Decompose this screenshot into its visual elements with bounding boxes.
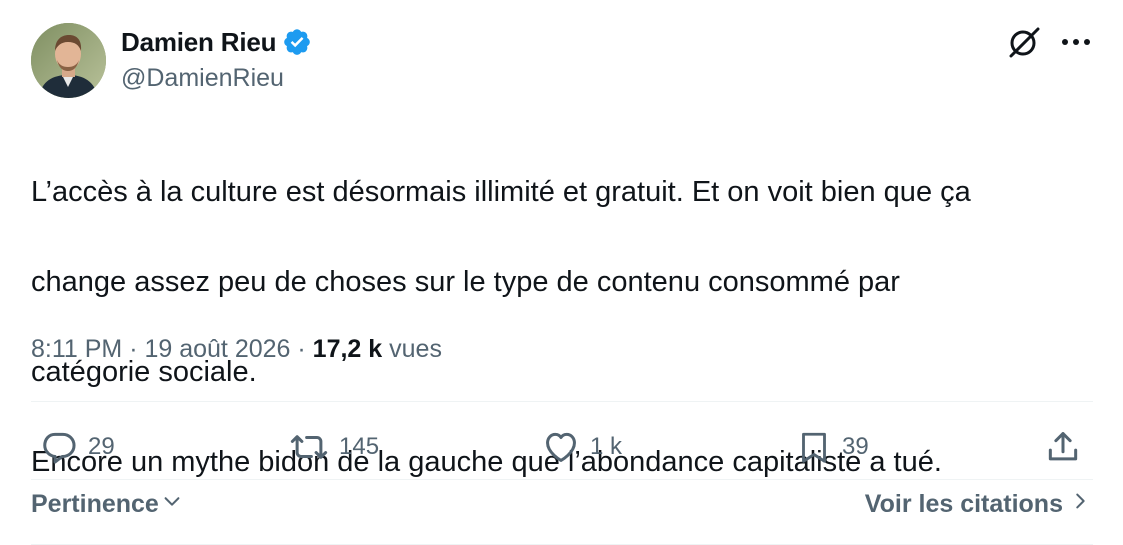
avatar[interactable] (31, 23, 106, 98)
bookmark-count: 39 (842, 433, 869, 460)
view-quotes-link[interactable]: Voir les citations (865, 490, 1089, 519)
action-bar: 29 145 1 k 39 (0, 422, 1123, 472)
tweet-text-line: L’accès à la culture est désormais illim… (31, 176, 971, 208)
reply-count: 29 (88, 433, 115, 460)
chevron-right-icon (1071, 490, 1089, 519)
bookmark-icon (796, 428, 832, 466)
tweet-card: Damien Rieu @DamienRieu L’accès à la cul… (0, 0, 1123, 545)
repost-count: 145 (339, 433, 380, 460)
reply-icon (40, 428, 78, 466)
views-count[interactable]: 17,2 k (313, 335, 383, 364)
heart-icon (542, 428, 580, 466)
tweet-text-line: change assez peu de choses sur le type d… (31, 266, 900, 298)
divider (31, 479, 1093, 480)
chevron-down-icon (161, 490, 183, 519)
like-count: 1 k (590, 433, 623, 460)
meta-separator: · (290, 335, 313, 363)
repost-button[interactable]: 145 (289, 422, 379, 472)
repost-icon (289, 428, 329, 466)
more-options-icon[interactable] (1056, 30, 1096, 54)
views-spacer (382, 335, 389, 364)
sort-label: Pertinence (31, 490, 159, 518)
tweet-metadata: 8:11 PM · 19 août 2026 · 17,2 k vues (31, 335, 442, 364)
tweet-date[interactable]: 19 août 2026 (144, 335, 290, 364)
views-label: vues (389, 335, 442, 363)
divider (31, 401, 1093, 402)
like-button[interactable]: 1 k (542, 422, 622, 472)
tweet-time[interactable]: 8:11 PM (31, 335, 122, 364)
sort-dropdown[interactable]: Pertinence (31, 490, 183, 519)
meta-separator: · (122, 335, 145, 363)
share-button[interactable] (1044, 422, 1082, 472)
grok-icon[interactable] (1006, 24, 1042, 60)
bookmark-button[interactable]: 39 (796, 422, 869, 472)
share-icon (1044, 428, 1082, 466)
reply-button[interactable]: 29 (40, 422, 115, 472)
author-block: Damien Rieu @DamienRieu (121, 24, 312, 93)
author-display-name[interactable]: Damien Rieu (121, 27, 276, 58)
view-quotes-label: Voir les citations (864, 490, 1063, 518)
verified-badge-icon[interactable] (282, 27, 312, 57)
author-handle[interactable]: @DamienRieu (121, 64, 312, 93)
